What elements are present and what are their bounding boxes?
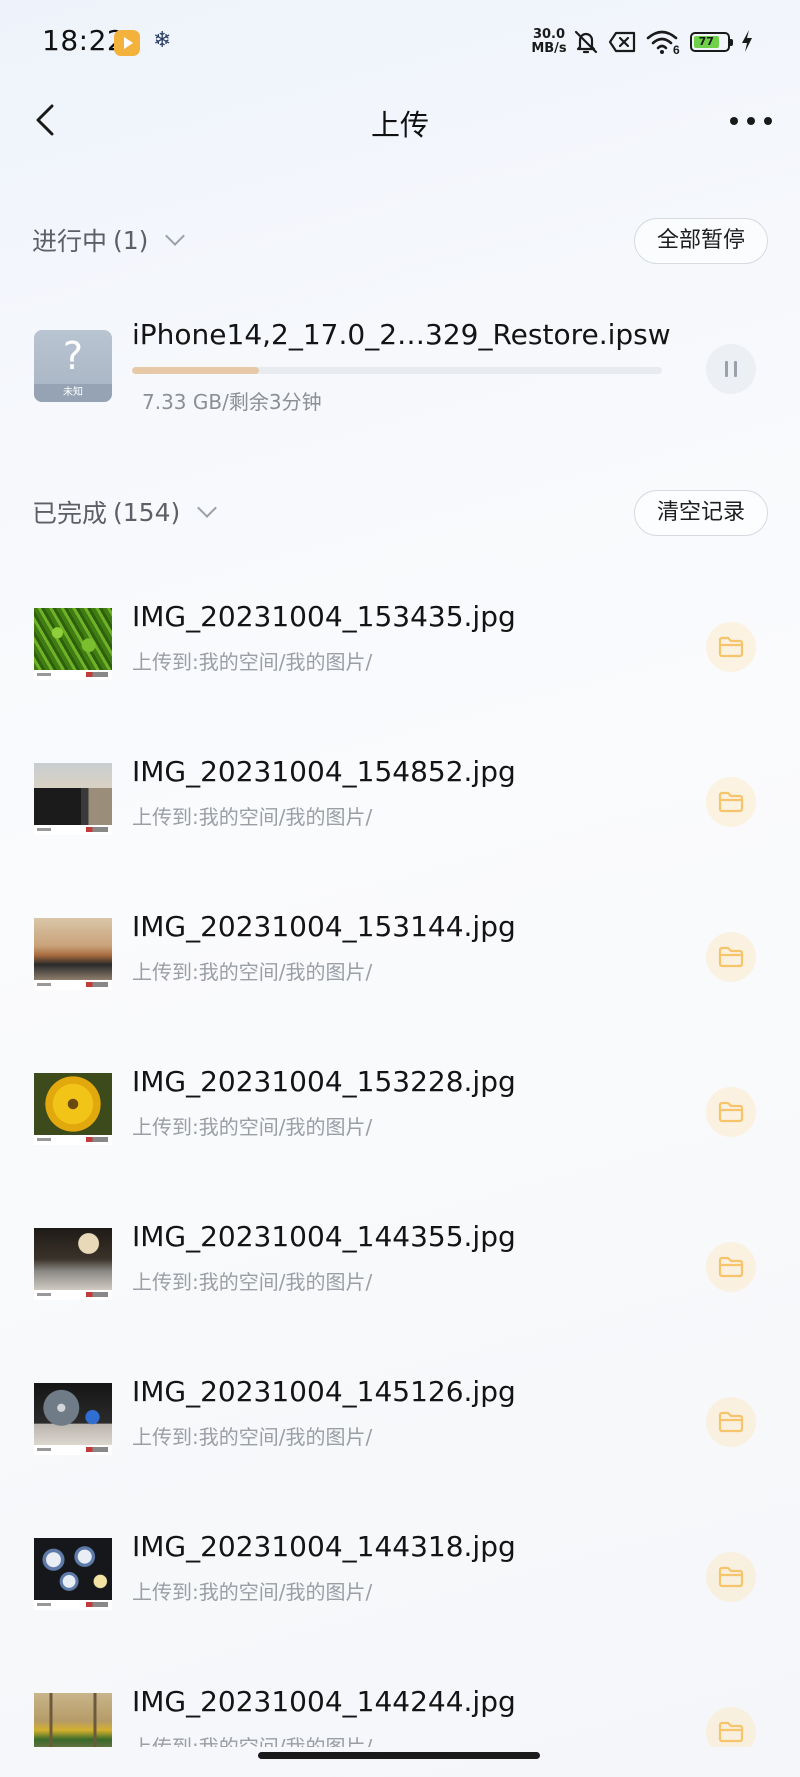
thumbnail-museum-wall <box>34 918 112 990</box>
more-options-button[interactable] <box>726 104 776 138</box>
upload-destination: 上传到:我的空间/我的图片/ <box>132 960 373 984</box>
thumbnail-porcelain-plates <box>34 1538 112 1610</box>
page-title: 上传 <box>370 108 429 142</box>
network-speed-value: 30.0 <box>532 27 566 42</box>
thumbnail-steam-locomotive <box>34 763 112 835</box>
folder-icon <box>718 1256 744 1278</box>
file-name: IMG_20231004_153435.jpg <box>132 600 516 633</box>
file-name: IMG_20231004_154852.jpg <box>132 755 516 788</box>
folder-icon <box>718 1566 744 1588</box>
thumbnail-vintage-machine <box>34 1228 112 1300</box>
thumbnail-yellow-flower <box>34 1073 112 1145</box>
folder-icon <box>718 791 744 813</box>
battery-level: 77 <box>694 36 719 48</box>
list-item[interactable]: IMG_20231004_145126.jpg 上传到:我的空间/我的图片/ <box>0 1373 800 1527</box>
unknown-file-icon: ? 未知 <box>34 330 112 402</box>
file-name: IMG_20231004_144355.jpg <box>132 1220 516 1253</box>
pause-upload-button[interactable] <box>706 344 756 394</box>
status-time: 18:22 <box>42 24 126 57</box>
list-item[interactable]: IMG_20231004_144244.jpg 上传到:我的空间/我的图片/ <box>0 1683 800 1747</box>
network-speed-unit: MB/s <box>531 41 567 56</box>
video-app-notification-icon <box>114 30 140 56</box>
status-bar: 18:22 ❄ 30.0 MB/s 6 77 <box>0 0 800 86</box>
file-name: IMG_20231004_144244.jpg <box>132 1685 516 1718</box>
more-dots-icon <box>730 117 772 125</box>
list-item[interactable]: IMG_20231004_153228.jpg 上传到:我的空间/我的图片/ <box>0 1063 800 1217</box>
upload-progress-fill <box>132 367 260 374</box>
mute-bell-icon <box>574 30 598 54</box>
list-item[interactable]: IMG_20231004_154852.jpg 上传到:我的空间/我的图片/ <box>0 753 800 907</box>
upload-destination: 上传到:我的空间/我的图片/ <box>132 1270 373 1294</box>
chevron-down-icon <box>165 226 186 246</box>
upload-destination: 上传到:我的空间/我的图片/ <box>132 1425 373 1449</box>
uploading-file-name: iPhone14,2_17.0_2…329_Restore.ipsw <box>132 318 671 351</box>
folder-icon <box>718 1721 744 1743</box>
thumbnail-green-plants <box>34 608 112 680</box>
open-folder-button[interactable] <box>706 1397 756 1447</box>
upload-size-remaining: 7.33 GB/剩余3分钟 <box>142 390 322 414</box>
upload-destination: 上传到:我的空间/我的图片/ <box>132 650 373 674</box>
upload-destination: 上传到:我的空间/我的图片/ <box>132 1735 373 1747</box>
open-folder-button[interactable] <box>706 932 756 982</box>
file-name: IMG_20231004_153228.jpg <box>132 1065 516 1098</box>
completed-label: 已完成 <box>32 499 108 528</box>
open-folder-button[interactable] <box>706 777 756 827</box>
wifi-6-icon: 6 <box>646 30 680 56</box>
folder-icon <box>718 946 744 968</box>
network-speed: 30.0 MB/s <box>528 28 570 56</box>
open-folder-button[interactable] <box>706 1552 756 1602</box>
list-item[interactable]: IMG_20231004_144318.jpg 上传到:我的空间/我的图片/ <box>0 1528 800 1682</box>
list-item[interactable]: IMG_20231004_144355.jpg 上传到:我的空间/我的图片/ <box>0 1218 800 1372</box>
clear-history-button[interactable]: 清空记录 <box>634 490 768 536</box>
upload-destination: 上传到:我的空间/我的图片/ <box>132 1115 373 1139</box>
charging-bolt-icon <box>742 30 752 52</box>
chevron-down-icon <box>197 498 218 518</box>
file-name: IMG_20231004_145126.jpg <box>132 1375 516 1408</box>
list-item[interactable]: IMG_20231004_153435.jpg 上传到:我的空间/我的图片/ <box>0 598 800 752</box>
unknown-file-tag: 未知 <box>34 384 112 402</box>
folder-icon <box>718 1411 744 1433</box>
snowflake-notification-icon: ❄ <box>153 28 172 53</box>
file-name: IMG_20231004_144318.jpg <box>132 1530 516 1563</box>
file-name: IMG_20231004_153144.jpg <box>132 910 516 943</box>
in-progress-section-toggle[interactable]: 进行中 (1) <box>32 222 186 258</box>
no-sim-icon <box>608 31 636 53</box>
completed-section-toggle[interactable]: 已完成 (154) <box>32 494 218 530</box>
svg-text:6: 6 <box>673 43 680 56</box>
open-folder-button[interactable] <box>706 1087 756 1137</box>
folder-icon <box>718 1101 744 1123</box>
upload-destination: 上传到:我的空间/我的图片/ <box>132 805 373 829</box>
thumbnail-electric-fan <box>34 1383 112 1455</box>
upload-destination: 上传到:我的空间/我的图片/ <box>132 1580 373 1604</box>
open-folder-button[interactable] <box>706 1707 756 1747</box>
in-progress-count: (1) <box>113 225 149 255</box>
battery-icon: 77 <box>690 32 733 52</box>
completed-count: (154) <box>113 497 181 527</box>
folder-icon <box>718 636 744 658</box>
in-progress-label: 进行中 <box>32 227 108 256</box>
open-folder-button[interactable] <box>706 1242 756 1292</box>
thumbnail-building-facade <box>34 1693 112 1747</box>
home-indicator[interactable] <box>258 1752 540 1759</box>
open-folder-button[interactable] <box>706 622 756 672</box>
pause-all-button[interactable]: 全部暂停 <box>634 218 768 264</box>
upload-progress-bar <box>132 367 662 374</box>
list-item[interactable]: IMG_20231004_153144.jpg 上传到:我的空间/我的图片/ <box>0 908 800 1062</box>
